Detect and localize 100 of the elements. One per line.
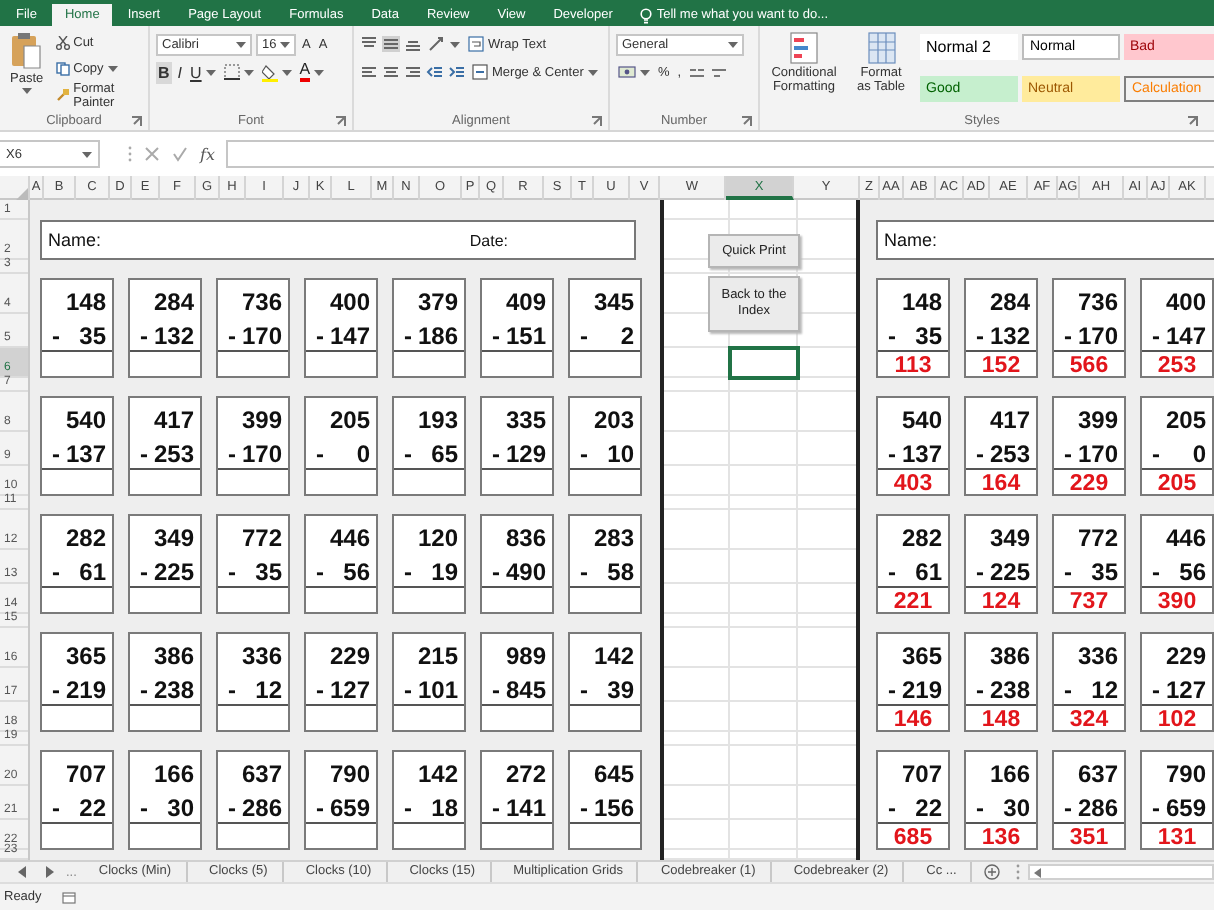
align-middle-icon[interactable] <box>382 36 400 52</box>
align-left-icon[interactable] <box>360 64 378 80</box>
table-icon <box>867 32 895 64</box>
dialog-launcher-icon[interactable] <box>742 116 752 126</box>
italic-button[interactable]: I <box>175 61 185 83</box>
minuend: 349 <box>987 522 1032 556</box>
currency-button[interactable] <box>616 61 652 83</box>
subtrahend: 186 <box>417 321 458 349</box>
minuend: 637 <box>239 758 284 792</box>
minus-sign: - <box>976 793 984 821</box>
orientation-button[interactable] <box>426 33 462 55</box>
increase-decimal-icon[interactable] <box>687 64 706 80</box>
minus-sign: - <box>140 793 148 821</box>
borders-button[interactable] <box>221 61 256 83</box>
bold-button[interactable]: B <box>156 61 172 83</box>
answer-cell-text: 113 <box>892 352 934 380</box>
caret-icon <box>728 41 738 47</box>
minus-sign: - <box>492 793 500 821</box>
align-right-icon[interactable] <box>404 64 422 80</box>
paint-bucket-icon <box>261 63 278 81</box>
macro-recording-icon[interactable] <box>61 891 76 903</box>
name-label: Name: <box>884 230 938 250</box>
align-bottom-icon[interactable] <box>404 36 422 52</box>
horizontal-scrollbar[interactable] <box>1028 864 1214 880</box>
minuend: 336 <box>239 640 284 674</box>
increase-indent-icon[interactable] <box>448 64 466 80</box>
underline-button[interactable]: U <box>188 61 218 83</box>
answer-cell-text: 136 <box>979 824 1023 852</box>
align-center-icon[interactable] <box>382 64 400 80</box>
scroll-left-icon[interactable] <box>18 866 28 878</box>
dialog-launcher-icon[interactable] <box>592 116 602 126</box>
minuend: 282 <box>899 522 944 556</box>
font-color-button[interactable]: A <box>297 61 327 83</box>
minus-sign: - <box>888 557 896 585</box>
minus-sign: - <box>404 321 412 349</box>
minus-sign: - <box>1152 439 1160 467</box>
subtrahend: 253 <box>153 439 194 467</box>
minus-sign: - <box>976 321 984 349</box>
minus-sign: - <box>404 675 412 703</box>
minus-sign: - <box>888 321 896 349</box>
subtrahend: 30 <box>1003 793 1030 821</box>
minuend: 645 <box>591 758 636 792</box>
subtrahend: 12 <box>255 675 282 703</box>
minus-sign: - <box>316 321 324 349</box>
scroll-left-icon[interactable] <box>1034 867 1043 877</box>
minus-sign: - <box>1152 321 1160 349</box>
subtrahend: 35 <box>255 557 282 585</box>
minuend: 272 <box>503 758 548 792</box>
answer-cell-text: 124 <box>979 588 1023 616</box>
insert-function-button[interactable]: fx <box>200 145 215 163</box>
minuend: 229 <box>327 640 372 674</box>
minuend: 540 <box>63 404 108 438</box>
minus-sign: - <box>492 321 500 349</box>
subtrahend: 286 <box>241 793 282 821</box>
minus-sign: - <box>404 439 412 467</box>
subtrahend: 101 <box>417 675 458 703</box>
minus-sign: - <box>52 557 60 585</box>
cell-style[interactable]: Normal 2 <box>920 34 1018 60</box>
subtrahend: 156 <box>593 793 634 821</box>
caret-icon <box>236 41 246 47</box>
minuend: 637 <box>1075 758 1120 792</box>
formula-input[interactable] <box>226 140 1214 168</box>
subtrahend: 286 <box>1077 793 1118 821</box>
caret-icon <box>281 69 292 75</box>
dialog-launcher-icon[interactable] <box>132 116 142 126</box>
decrease-indent-icon[interactable] <box>426 64 444 80</box>
active-cell[interactable] <box>728 346 800 380</box>
subtrahend: 225 <box>989 557 1030 585</box>
minuend: 166 <box>151 758 196 792</box>
answer-cell-text: 221 <box>891 588 935 616</box>
subtrahend: 22 <box>79 793 106 821</box>
enter-checkmark-icon[interactable] <box>172 146 188 162</box>
dialog-launcher-icon[interactable] <box>1188 116 1198 126</box>
scissors-icon <box>55 36 70 50</box>
minus-sign: - <box>976 675 984 703</box>
minus-sign: - <box>140 321 148 349</box>
subtrahend: 127 <box>1165 675 1206 703</box>
caret-icon <box>587 69 598 75</box>
cancel-icon[interactable] <box>144 146 160 162</box>
add-sheet-icon[interactable] <box>984 864 1001 880</box>
subtrahend: 39 <box>607 675 634 703</box>
copy-icon <box>55 62 70 76</box>
scroll-right-icon[interactable] <box>44 866 54 878</box>
fill-color-button[interactable] <box>259 61 294 83</box>
minuend: 707 <box>63 758 108 792</box>
subtrahend: 147 <box>329 321 370 349</box>
align-top-icon[interactable] <box>360 36 378 52</box>
angled-text-icon <box>428 36 446 52</box>
answer-cell-text: 131 <box>1155 824 1199 852</box>
conditional-formatting-icon <box>790 32 818 64</box>
banknote-icon <box>618 65 636 79</box>
minuend: 386 <box>151 640 196 674</box>
subtrahend: 129 <box>505 439 546 467</box>
subtrahend: 137 <box>65 439 106 467</box>
minuend: 349 <box>151 522 196 556</box>
subtrahend: 137 <box>901 439 942 467</box>
decrease-decimal-icon[interactable] <box>709 64 728 80</box>
dialog-launcher-icon[interactable] <box>336 116 346 126</box>
minus-sign: - <box>404 793 412 821</box>
answer-cell-text: 685 <box>891 824 935 852</box>
